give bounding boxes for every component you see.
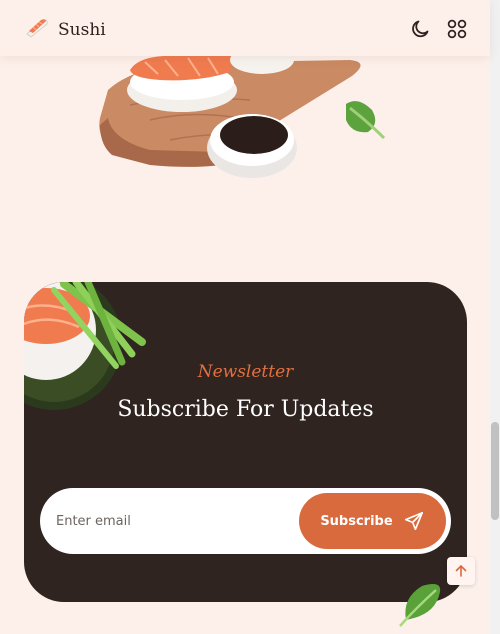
moon-icon	[412, 20, 429, 38]
scrollbar[interactable]	[490, 0, 500, 634]
subscribe-button[interactable]: Subscribe	[299, 493, 446, 549]
subscribe-form: Subscribe	[40, 488, 451, 554]
newsletter-subtitle: Newsletter	[197, 362, 294, 382]
theme-toggle-button[interactable]	[410, 18, 432, 40]
subscribe-button-label: Subscribe	[320, 513, 393, 529]
send-icon	[404, 511, 423, 531]
scrollbar-thumb[interactable]	[491, 422, 499, 520]
grid-icon	[447, 19, 467, 39]
arrow-up-icon	[455, 564, 467, 577]
back-to-top-button[interactable]	[447, 557, 475, 585]
sushi-roll-image	[24, 282, 146, 410]
site-header: Sushi	[0, 0, 490, 56]
newsletter-title: Subscribe For Updates	[117, 397, 374, 422]
brand-logo[interactable]: Sushi	[24, 14, 106, 45]
sushi-logo-icon	[24, 14, 50, 45]
brand-name: Sushi	[58, 19, 106, 40]
newsletter-section: Newsletter Subscribe For Updates Subscri…	[24, 282, 467, 602]
menu-grid-button[interactable]	[446, 18, 468, 40]
email-field[interactable]	[56, 507, 286, 535]
leaf-decoration	[399, 584, 441, 627]
